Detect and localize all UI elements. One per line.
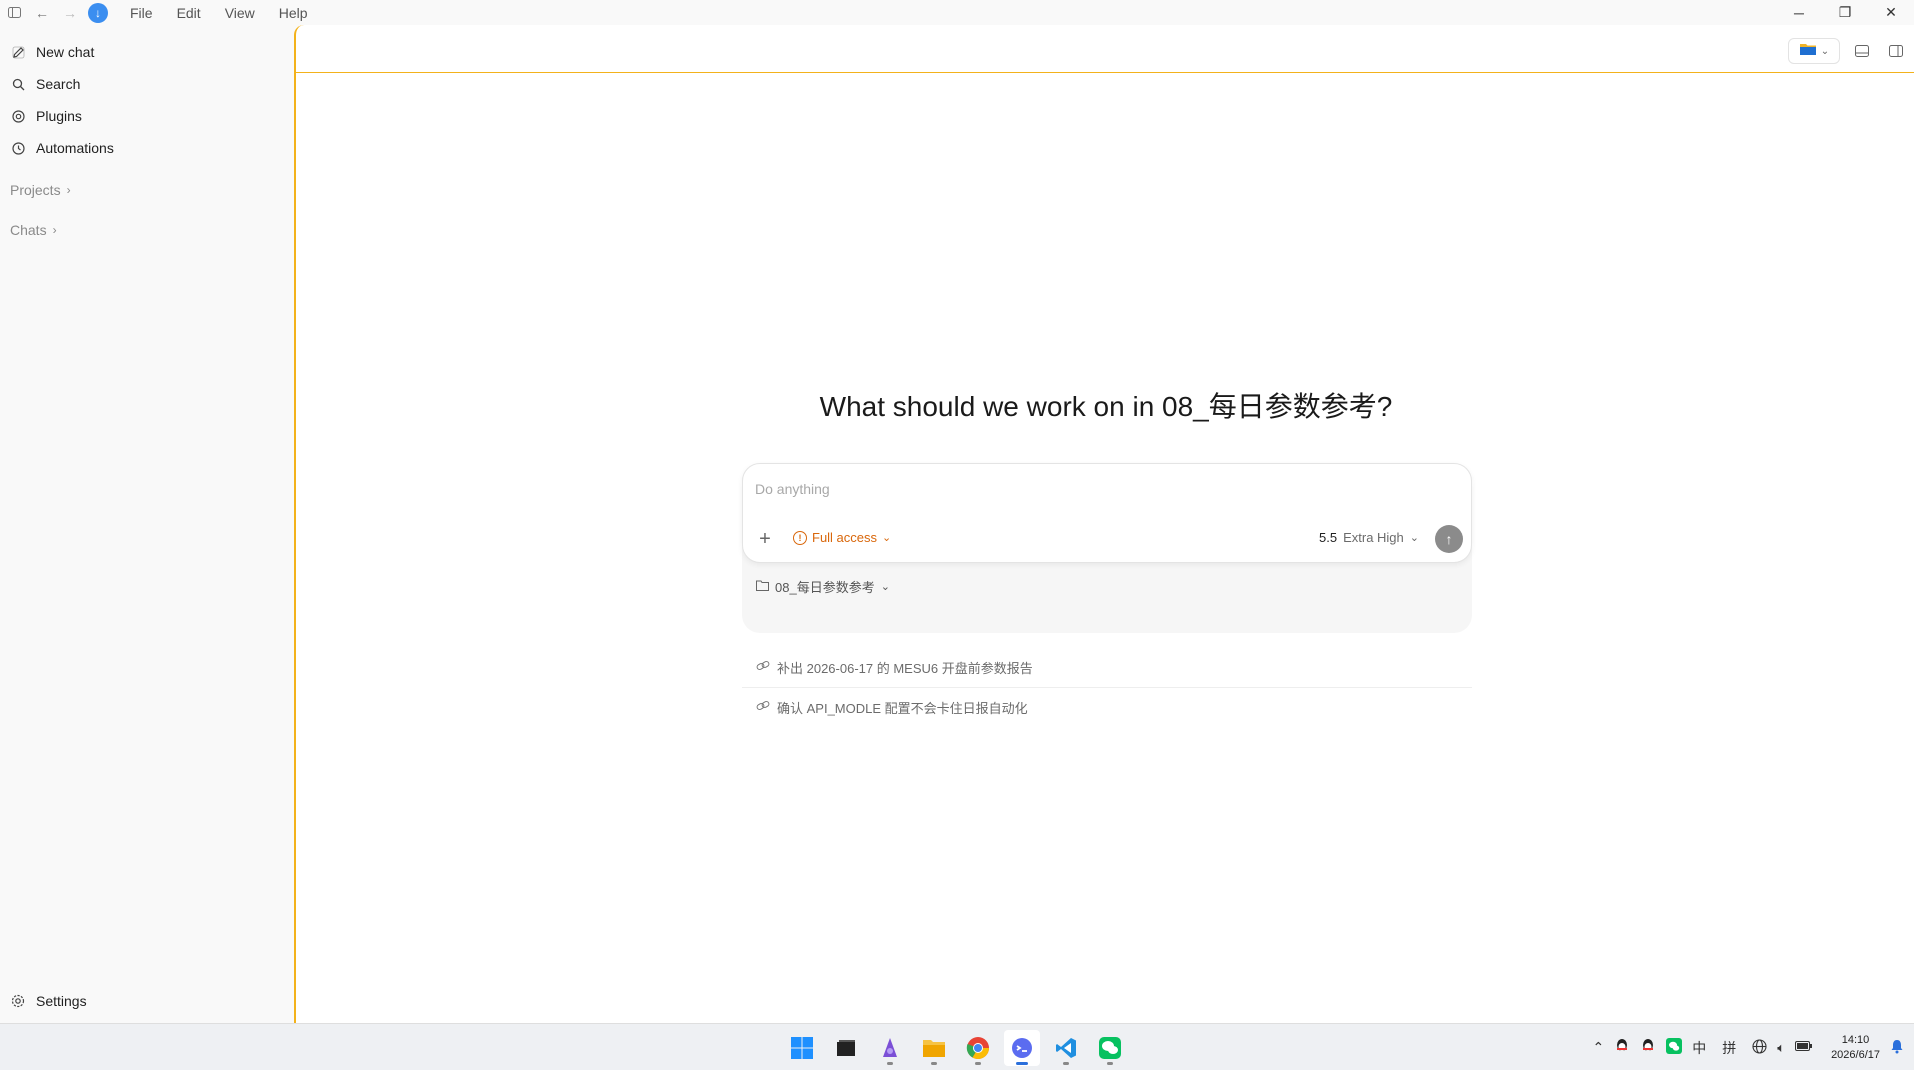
plugin-icon bbox=[10, 108, 26, 124]
vscode-icon[interactable] bbox=[1048, 1030, 1084, 1066]
sidebar: New chat Search Plugins Automations Proj… bbox=[0, 25, 294, 1023]
window-controls: ─ ❐ ✕ bbox=[1776, 0, 1914, 25]
codex-app-icon[interactable] bbox=[1004, 1029, 1040, 1066]
suggestion-item[interactable]: 补出 2026-06-17 的 MESU6 开盘前参数报告 bbox=[742, 647, 1472, 687]
chevron-up-icon[interactable]: ⌃ bbox=[1593, 1039, 1605, 1056]
taskbar-apps bbox=[784, 1024, 1128, 1070]
page-title: What should we work on in 08_每日参数参考? bbox=[819, 391, 1393, 422]
sidebar-item-label: Plugins bbox=[36, 108, 82, 124]
qq-icon[interactable] bbox=[1614, 1038, 1630, 1057]
model-version: 5.5 bbox=[1319, 530, 1338, 545]
composer-container: + ! Full access ⌄ 5.5 Extra High ⌄ ↑ 08_… bbox=[742, 463, 1472, 633]
input-method[interactable]: 拼 bbox=[1722, 1038, 1736, 1058]
chevron-down-icon: ⌄ bbox=[882, 532, 892, 544]
wechat-tray-icon[interactable] bbox=[1666, 1038, 1683, 1057]
app-purple-icon[interactable] bbox=[872, 1030, 908, 1066]
terminal-panel-icon[interactable] bbox=[1850, 39, 1874, 63]
side-panel-icon[interactable] bbox=[1884, 39, 1908, 63]
prompt-input[interactable] bbox=[755, 478, 1355, 500]
gear-icon bbox=[10, 993, 26, 1009]
settings-label: Settings bbox=[36, 993, 87, 1009]
chevron-right-icon: › bbox=[66, 183, 71, 197]
search-icon bbox=[10, 76, 26, 92]
access-mode-label: Full access bbox=[812, 530, 878, 545]
system-clock[interactable]: 14:10 2026/6/17 bbox=[1831, 1033, 1880, 1063]
main-toolbar: ⌄ bbox=[296, 25, 1914, 73]
network-icon[interactable] bbox=[1752, 1038, 1767, 1057]
suggestion-list: 补出 2026-06-17 的 MESU6 开盘前参数报告 确认 API_MOD… bbox=[742, 647, 1472, 727]
taskbar: ⌃ 中 拼 🔈︎ 14:10 2026/6/17 bbox=[0, 1023, 1914, 1070]
projects-label: Projects bbox=[10, 182, 61, 198]
link-icon bbox=[756, 660, 771, 675]
main-panel: ⌄ What should we work on in 08_每日参数参考? +… bbox=[294, 25, 1914, 1023]
chevron-right-icon: › bbox=[52, 223, 57, 237]
suggestion-text: 补出 2026-06-17 的 MESU6 开盘前参数报告 bbox=[777, 660, 1033, 676]
sidebar-item-new-chat[interactable]: New chat bbox=[0, 36, 294, 68]
task-view-icon[interactable] bbox=[828, 1030, 864, 1066]
input-language[interactable]: 中 bbox=[1692, 1038, 1706, 1058]
title-bar: ← → ↓ File Edit View Help ─ ❐ ✕ bbox=[0, 0, 1914, 25]
chats-section-toggle[interactable]: Chats › bbox=[0, 216, 294, 244]
projects-section-toggle[interactable]: Projects › bbox=[0, 176, 294, 204]
chrome-icon[interactable] bbox=[960, 1030, 996, 1066]
notification-bell-icon[interactable] bbox=[1890, 1039, 1904, 1057]
model-selector[interactable]: 5.5 Extra High ⌄ bbox=[1319, 530, 1419, 545]
minimize-icon[interactable]: ─ bbox=[1776, 0, 1822, 25]
start-menu-icon[interactable] bbox=[784, 1030, 820, 1066]
add-attachment-button[interactable]: + bbox=[755, 528, 775, 550]
composer: + ! Full access ⌄ 5.5 Extra High ⌄ ↑ bbox=[742, 463, 1472, 563]
system-tray: ⌃ 中 拼 🔈︎ 14:10 2026/6/17 bbox=[1593, 1024, 1904, 1070]
link-icon bbox=[756, 700, 771, 715]
clock-icon bbox=[10, 140, 26, 156]
open-folder-dropdown[interactable]: ⌄ bbox=[1788, 38, 1840, 64]
update-download-icon[interactable]: ↓ bbox=[88, 2, 108, 23]
sidebar-item-label: Search bbox=[36, 76, 81, 92]
sidebar-item-label: New chat bbox=[36, 44, 95, 60]
settings-button[interactable]: Settings bbox=[0, 985, 87, 1017]
folder-outline-icon bbox=[756, 579, 769, 594]
menu-help[interactable]: Help bbox=[267, 5, 320, 21]
volume-icon[interactable]: 🔈︎ bbox=[1777, 1040, 1785, 1056]
menu-view[interactable]: View bbox=[213, 5, 267, 21]
edit-icon bbox=[10, 44, 26, 60]
chevron-down-icon: ⌄ bbox=[880, 581, 890, 593]
sidebar-item-label: Automations bbox=[36, 140, 114, 156]
file-explorer-icon[interactable] bbox=[916, 1030, 952, 1066]
warning-icon: ! bbox=[793, 530, 807, 545]
forward-arrow-icon[interactable]: → bbox=[56, 0, 84, 25]
access-mode-dropdown[interactable]: ! Full access ⌄ bbox=[793, 530, 891, 545]
toggle-sidebar-icon[interactable] bbox=[0, 0, 28, 25]
suggestion-item[interactable]: 确认 API_MODLE 配置不会卡住日报自动化 bbox=[742, 687, 1472, 727]
close-icon[interactable]: ✕ bbox=[1868, 0, 1914, 25]
wechat-icon[interactable] bbox=[1092, 1030, 1128, 1066]
chevron-down-icon: ⌄ bbox=[1409, 532, 1419, 544]
menu-file[interactable]: File bbox=[118, 5, 165, 21]
back-arrow-icon[interactable]: ← bbox=[28, 0, 56, 25]
model-effort: Extra High bbox=[1343, 530, 1404, 545]
clock-date: 2026/6/17 bbox=[1831, 1048, 1880, 1061]
sidebar-item-automations[interactable]: Automations bbox=[0, 132, 294, 164]
chats-label: Chats bbox=[10, 222, 47, 238]
clock-time: 14:10 bbox=[1841, 1033, 1870, 1046]
arrow-up-icon: ↑ bbox=[1445, 531, 1453, 547]
sidebar-item-plugins[interactable]: Plugins bbox=[0, 100, 294, 132]
menu-edit[interactable]: Edit bbox=[165, 5, 213, 21]
folder-icon bbox=[1799, 42, 1817, 61]
battery-icon[interactable] bbox=[1795, 1040, 1813, 1055]
restore-icon[interactable]: ❐ bbox=[1822, 0, 1868, 25]
qq-icon[interactable] bbox=[1640, 1038, 1656, 1057]
sidebar-item-search[interactable]: Search bbox=[0, 68, 294, 100]
workspace-folder-dropdown[interactable]: 08_每日参数参考 ⌄ bbox=[756, 577, 890, 596]
suggestion-text: 确认 API_MODLE 配置不会卡住日报自动化 bbox=[777, 701, 1028, 716]
send-button[interactable]: ↑ bbox=[1435, 525, 1463, 553]
workspace-folder-label: 08_每日参数参考 bbox=[775, 580, 875, 595]
chevron-down-icon: ⌄ bbox=[1820, 45, 1830, 57]
